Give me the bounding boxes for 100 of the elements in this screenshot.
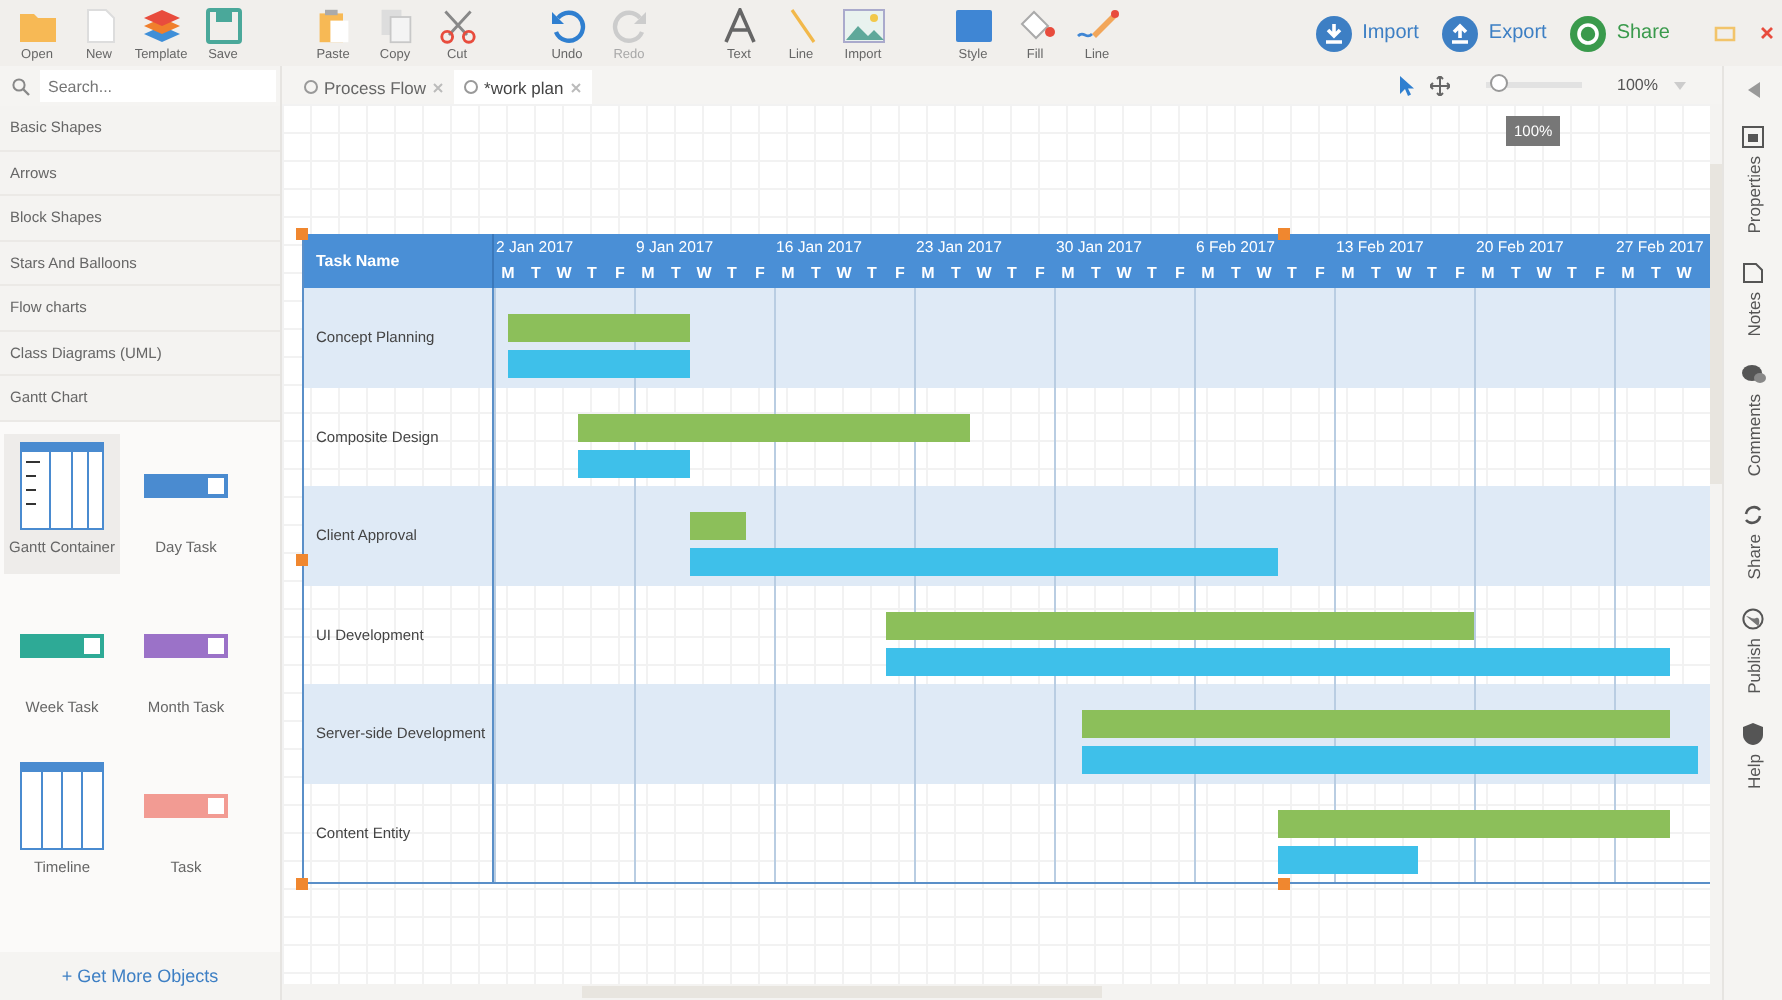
search-icon xyxy=(12,77,30,95)
paint-bucket-icon xyxy=(1015,8,1055,44)
letter-a-icon xyxy=(723,8,755,44)
close-icon[interactable] xyxy=(1760,26,1774,40)
day-label: W xyxy=(1394,262,1414,286)
gantt-container-drawing xyxy=(20,441,104,529)
day-label: M xyxy=(919,262,937,286)
day-label: T xyxy=(1425,262,1439,286)
task-bars-drawing[interactable] xyxy=(508,314,690,378)
day-label: F xyxy=(613,262,627,286)
window-icon xyxy=(1742,126,1764,148)
day-label: F xyxy=(1313,262,1327,286)
document-tab[interactable]: Process Flow xyxy=(294,70,455,104)
caret-icon[interactable] xyxy=(1674,81,1686,89)
toolbar-action-button[interactable]: Export xyxy=(1442,15,1547,51)
selection-handle[interactable] xyxy=(296,878,308,890)
day-label: W xyxy=(1254,262,1274,286)
day-label: M xyxy=(1199,262,1217,286)
selection-handle[interactable] xyxy=(1278,878,1290,890)
day-label: T xyxy=(1565,262,1579,286)
day-label: M xyxy=(1479,262,1497,286)
copy-icon xyxy=(377,8,413,44)
day-label: M xyxy=(639,262,657,286)
close-icon[interactable] xyxy=(432,81,445,93)
shield-icon xyxy=(1742,721,1764,746)
folder-icon xyxy=(17,8,57,44)
selection-handle[interactable] xyxy=(1278,228,1290,240)
side-panel-tab[interactable]: Notes xyxy=(1742,261,1764,336)
day-label: F xyxy=(1033,262,1047,286)
day-label: W xyxy=(834,262,854,286)
day-label: T xyxy=(949,262,963,286)
scissors-icon xyxy=(437,8,477,44)
globe-icon xyxy=(1742,607,1764,630)
circle-icon xyxy=(464,80,479,94)
day-label: T xyxy=(1089,262,1103,286)
document-icon xyxy=(83,8,115,44)
day-label: F xyxy=(1453,262,1467,286)
day-label: W xyxy=(974,262,994,286)
day-label: W xyxy=(1674,262,1694,286)
day-label: T xyxy=(1369,262,1383,286)
task-bars-drawing[interactable] xyxy=(886,611,1670,675)
day-label: F xyxy=(893,262,907,286)
day-label: M xyxy=(779,262,797,286)
day-label: T xyxy=(865,262,879,286)
undo-icon xyxy=(549,8,585,44)
day-label: W xyxy=(554,262,574,286)
task-bars-drawing[interactable] xyxy=(1278,809,1670,873)
task-bars-drawing[interactable] xyxy=(1082,710,1698,774)
download-icon xyxy=(1316,15,1353,51)
day-label: T xyxy=(809,262,823,286)
side-panel-tab[interactable]: Publish xyxy=(1742,607,1764,694)
toolbar-action-button[interactable]: Import xyxy=(1316,15,1419,51)
day-label: T xyxy=(1649,262,1663,286)
move-icon[interactable] xyxy=(1429,75,1450,95)
day-label: M xyxy=(1339,262,1357,286)
zoom-value: 100% xyxy=(1617,76,1658,94)
note-icon xyxy=(1742,261,1764,284)
image-icon xyxy=(841,8,885,44)
day-label: T xyxy=(1145,262,1159,286)
day-label: W xyxy=(1114,262,1134,286)
speech-bubbles-icon xyxy=(1741,363,1765,386)
side-panel-tab[interactable]: Properties xyxy=(1742,126,1764,234)
pointer-icon[interactable] xyxy=(1397,75,1414,95)
style-square-icon xyxy=(953,8,993,44)
day-label: T xyxy=(529,262,543,286)
close-icon[interactable] xyxy=(569,81,582,93)
day-label: W xyxy=(694,262,714,286)
frame-icon[interactable] xyxy=(1714,23,1736,43)
selection-handle[interactable] xyxy=(296,228,308,240)
side-panel-tab[interactable]: Comments xyxy=(1741,363,1765,477)
selection-handle[interactable] xyxy=(296,554,308,566)
line-icon xyxy=(785,8,817,44)
day-label: M xyxy=(1059,262,1077,286)
day-label: F xyxy=(753,262,767,286)
task-bars-drawing[interactable] xyxy=(690,512,1278,576)
upload-icon xyxy=(1442,15,1479,51)
timeline-drawing xyxy=(20,761,104,849)
gantt-chart[interactable] xyxy=(302,234,1714,884)
day-label: M xyxy=(1619,262,1637,286)
search-field[interactable]: Search... xyxy=(40,70,276,102)
day-label: F xyxy=(1173,262,1187,286)
circle-icon xyxy=(304,80,318,94)
slider-thumb[interactable] xyxy=(1489,74,1508,92)
day-label: W xyxy=(1534,262,1554,286)
document-tab[interactable]: *work plan xyxy=(454,70,592,104)
collapse-arrow-icon[interactable] xyxy=(1747,82,1759,98)
redo-icon xyxy=(611,8,647,44)
pencil-icon xyxy=(1075,8,1119,44)
layers-icon xyxy=(141,8,181,44)
side-panel-tab[interactable]: Help xyxy=(1742,721,1764,789)
side-panel-tab[interactable]: Share xyxy=(1742,504,1764,580)
day-label: T xyxy=(1229,262,1243,286)
task-bars-drawing[interactable] xyxy=(578,413,970,477)
day-label: M xyxy=(499,262,517,286)
day-label: T xyxy=(585,262,599,286)
day-label: T xyxy=(725,262,739,286)
day-label: T xyxy=(1285,262,1299,286)
day-label: T xyxy=(1005,262,1019,286)
refresh-icon xyxy=(1570,15,1607,51)
toolbar-action-button[interactable]: Share xyxy=(1570,15,1670,51)
